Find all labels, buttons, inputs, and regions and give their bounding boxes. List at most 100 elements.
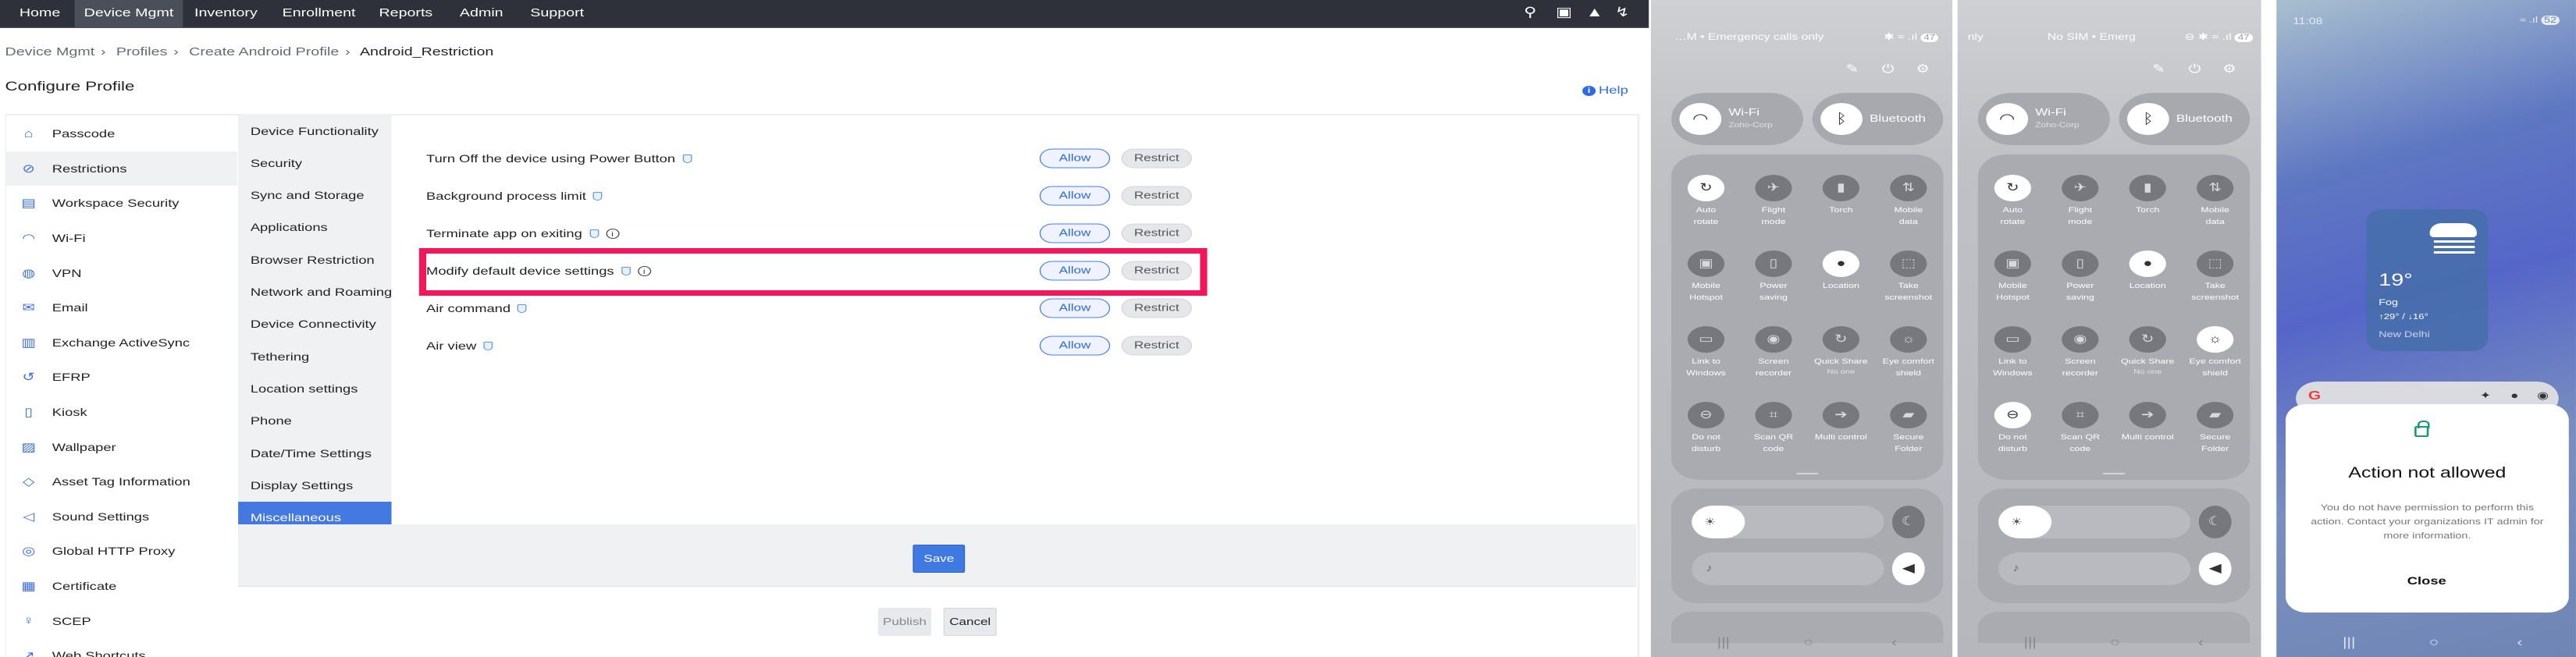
quick-tile-torch[interactable]: ▮ Torch [2117,175,2179,216]
home-button[interactable]: ○ [1803,636,1813,650]
quick-tile-mobile-hotspot[interactable]: ▣ Mobile Hotspot [1982,250,2044,304]
breadcrumb-create-android-profile[interactable]: Create Android Profile [189,45,339,59]
quick-tile-do-not-disturb[interactable]: ⊖ Do not disturb [1675,402,1737,455]
power-icon[interactable]: ⏻ [2186,62,2204,76]
allow-button[interactable]: Allow [1039,186,1111,206]
quick-tile-take-screenshot[interactable]: ⬚ Take screenshot [1878,250,1940,304]
power-icon[interactable]: ⏻ [1879,62,1898,76]
restrict-button[interactable]: Restrict [1121,336,1192,356]
sidebar-item-workspace-security[interactable]: ▤ Workspace Security [5,186,237,221]
quick-tile-mobile-hotspot[interactable]: ▣ Mobile Hotspot [1675,250,1737,304]
quick-tile-eye-comfort-shield[interactable]: ☼ Eye comfort shield [2184,326,2246,379]
quick-tile-mobile-data[interactable]: ⇅ Mobile data [1878,175,1940,228]
subnav-item-date-time-settings[interactable]: Date/Time Settings [238,438,391,470]
restrict-button[interactable]: Restrict [1121,186,1192,206]
restrict-button[interactable]: Restrict [1121,298,1192,318]
settings-gear-icon[interactable]: ⚙ [1913,62,1932,76]
settings-gear-icon[interactable]: ⚙ [2220,62,2239,76]
brightness-slider[interactable]: ☀ [1692,506,1884,538]
quick-tile-screen-recorder[interactable]: ◉ Screen recorder [2050,326,2112,379]
bluetooth-toggle[interactable]: ᛒ Bluetooth [2119,93,2250,145]
ai-mode-icon[interactable]: ✦ [2480,389,2491,402]
volume-slider[interactable]: ♪ [1998,552,2191,585]
subnav-item-location-settings[interactable]: Location settings [238,373,391,405]
sidebar-item-kiosk[interactable]: ▯ Kiosk [5,395,237,430]
sound-mode-button[interactable]: ◀ [1891,552,1925,585]
allow-button[interactable]: Allow [1039,298,1111,318]
sidebar-item-efrp[interactable]: ↺ EFRP [5,360,237,395]
cancel-button[interactable]: Cancel [943,608,997,636]
home-button[interactable]: ○ [2429,636,2439,650]
sidebar-item-restrictions[interactable]: ⊘ Restrictions [5,151,237,186]
nav-home[interactable]: Home [20,0,60,27]
publish-button[interactable]: Publish [877,608,931,636]
quick-tile-screen-recorder[interactable]: ◉ Screen recorder [1743,326,1805,379]
quick-tile-scan-qr-code[interactable]: ⌗ Scan QR code [1743,402,1805,455]
dark-mode-button[interactable]: ☾ [1891,506,1925,538]
nav-device-mgmt[interactable]: Device Mgmt [84,0,174,27]
allow-button[interactable]: Allow [1039,336,1111,356]
subnav-item-security[interactable]: Security [238,147,391,179]
sidebar-item-web-shortcuts[interactable]: ↗ Web Shortcuts [5,638,237,657]
quick-tile-auto-rotate[interactable]: ↻ Auto rotate [1982,175,2044,228]
sidebar-item-vpn[interactable]: ◍ VPN [5,255,237,290]
quick-tile-flight-mode[interactable]: ✈ Flight mode [2050,175,2112,228]
quick-tile-power-saving[interactable]: ▯ Power saving [1743,250,1805,304]
bolt-icon[interactable]: ↯ [1612,5,1632,20]
search-icon[interactable]: ⚲ [1520,5,1540,20]
quick-tile-multi-control[interactable]: ➔ Multi control [2117,402,2179,443]
back-button[interactable]: ‹ [2517,636,2522,650]
quick-tile-location[interactable]: ● Location [1810,250,1872,292]
subnav-item-device-connectivity[interactable]: Device Connectivity [238,308,391,340]
quick-tile-location[interactable]: ● Location [2117,250,2179,292]
lens-icon[interactable]: ◉ [2537,389,2549,402]
quick-tile-eye-comfort-shield[interactable]: ☼ Eye comfort shield [1878,326,1940,379]
allow-button[interactable]: Allow [1039,148,1111,169]
subnav-item-applications[interactable]: Applications [238,211,391,243]
nav-admin[interactable]: Admin [460,0,503,27]
nav-support[interactable]: Support [530,0,584,27]
wifi-toggle[interactable]: ◠ Wi-Fi Zoho-Corp [1671,93,1803,145]
quick-tile-quick-share[interactable]: ↻ Quick Share No one [2117,326,2179,375]
sidebar-item-wallpaper[interactable]: ▨ Wallpaper [5,429,237,464]
dark-mode-button[interactable]: ☾ [2198,506,2232,538]
weather-widget[interactable]: 19° Fog ↑29° / ↓16° New Delhi [2366,209,2489,351]
quick-tile-multi-control[interactable]: ➔ Multi control [1810,402,1872,443]
breadcrumb-profiles[interactable]: Profiles [116,45,168,59]
save-button[interactable]: Save [913,545,966,573]
sound-mode-button[interactable]: ◀ [2198,552,2232,585]
wifi-toggle[interactable]: ◠ Wi-Fi Zoho-Corp [1977,93,2110,145]
quick-tile-flight-mode[interactable]: ✈ Flight mode [1743,175,1805,228]
sidebar-item-wi-fi[interactable]: ◠ Wi-Fi [5,221,237,256]
video-icon[interactable]: ▣ [1553,5,1574,20]
volume-slider[interactable]: ♪ [1692,552,1884,585]
nav-enrollment[interactable]: Enrollment [283,0,356,27]
subnav-item-network-and-roaming[interactable]: Network and Roaming [238,276,392,308]
subnav-item-phone[interactable]: Phone [238,405,391,437]
sidebar-item-sound-settings[interactable]: ◁ Sound Settings [5,499,237,534]
sidebar-item-email[interactable]: ✉ Email [5,290,237,325]
microphone-icon[interactable]: ● [2510,389,2518,401]
quick-tile-mobile-data[interactable]: ⇅ Mobile data [2184,175,2246,228]
sidebar-item-asset-tag-information[interactable]: ◇ Asset Tag Information [5,464,237,499]
nav-inventory[interactable]: Inventory [194,0,258,27]
sidebar-item-global-http-proxy[interactable]: ◎ Global HTTP Proxy [5,534,237,569]
quick-tile-power-saving[interactable]: ▯ Power saving [2050,250,2112,304]
subnav-item-sync-and-storage[interactable]: Sync and Storage [238,179,391,211]
restrict-button[interactable]: Restrict [1121,223,1192,243]
quick-tile-torch[interactable]: ▮ Torch [1810,175,1872,216]
quick-tile-link-to-windows[interactable]: ▭ Link to Windows [1982,326,2044,379]
sidebar-item-exchange-activesync[interactable]: ▥ Exchange ActiveSync [5,325,237,360]
back-button[interactable]: ‹ [2198,636,2204,650]
recents-button[interactable]: ||| [1717,636,1730,650]
brightness-slider[interactable]: ☀ [1998,506,2191,538]
edit-icon[interactable]: ✎ [1843,62,1862,76]
quick-tile-do-not-disturb[interactable]: ⊖ Do not disturb [1982,402,2044,455]
sidebar-item-certificate[interactable]: ▦ Certificate [5,569,237,604]
info-icon[interactable]: i [605,228,619,239]
subnav-item-display-settings[interactable]: Display Settings [238,470,391,502]
sidebar-item-passcode[interactable]: ⌂ Passcode [5,116,237,151]
help-link[interactable]: i Help [1582,83,1628,96]
subnav-item-tethering[interactable]: Tethering [238,341,391,373]
sidebar-item-scep[interactable]: ♀ SCEP [5,603,237,638]
